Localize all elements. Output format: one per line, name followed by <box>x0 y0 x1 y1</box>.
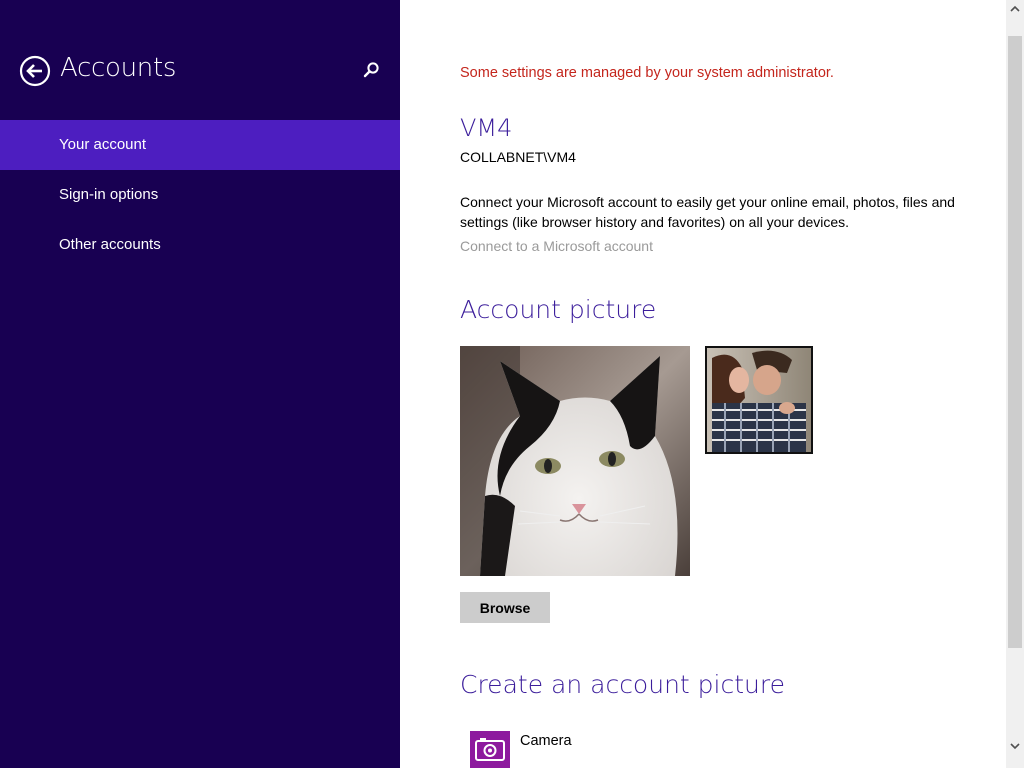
account-picture-heading: Account picture <box>460 295 657 324</box>
page-title: Accounts <box>60 53 177 83</box>
search-button[interactable] <box>360 60 382 82</box>
back-button[interactable] <box>19 55 51 87</box>
scroll-down-button[interactable] <box>1006 737 1024 755</box>
admin-warning: Some settings are managed by your system… <box>460 65 834 81</box>
sidebar-item-label: Other accounts <box>59 236 161 253</box>
browse-button[interactable]: Browse <box>460 592 550 623</box>
settings-sidebar: Accounts Your account Sign-in options Ot… <box>0 0 400 768</box>
connect-microsoft-account-link[interactable]: Connect to a Microsoft account <box>460 238 653 254</box>
account-domain: COLLABNET\VM4 <box>460 149 576 165</box>
sidebar-item-label: Your account <box>59 136 147 153</box>
create-account-picture-heading: Create an account picture <box>460 670 785 699</box>
chevron-down-icon <box>1010 743 1020 750</box>
vertical-scrollbar[interactable] <box>1006 0 1024 768</box>
previous-account-picture[interactable] <box>705 346 813 454</box>
sidebar-item-sign-in-options[interactable]: Sign-in options <box>0 170 400 220</box>
sidebar-item-label: Sign-in options <box>59 186 159 203</box>
camera-icon <box>475 738 505 761</box>
account-name: VM4 <box>460 114 513 142</box>
camera-app-label[interactable]: Camera <box>520 733 572 749</box>
account-description: Connect your Microsoft account to easily… <box>460 194 955 230</box>
current-account-picture <box>460 346 690 576</box>
scroll-up-button[interactable] <box>1006 0 1024 18</box>
camera-app-tile[interactable] <box>470 731 510 768</box>
sidebar-item-your-account[interactable]: Your account <box>0 120 400 170</box>
back-arrow-icon <box>19 55 51 87</box>
scroll-thumb[interactable] <box>1008 36 1022 648</box>
chevron-up-icon <box>1010 5 1020 12</box>
sidebar-item-other-accounts[interactable]: Other accounts <box>0 220 400 270</box>
search-icon <box>363 62 379 78</box>
content-pane: Some settings are managed by your system… <box>400 0 1006 768</box>
